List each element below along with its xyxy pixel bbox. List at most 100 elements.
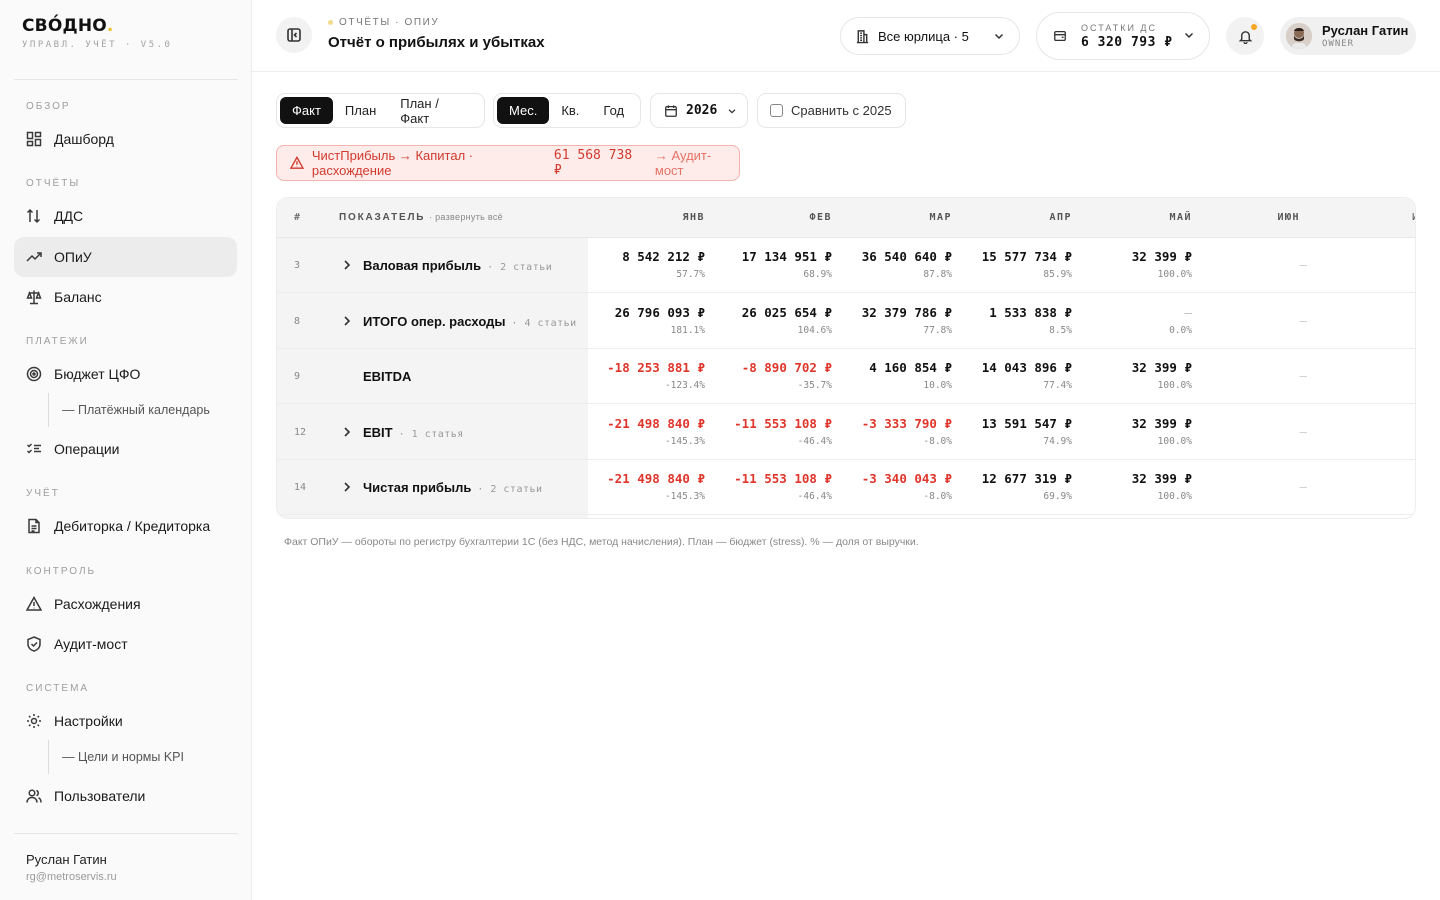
mode-plan-button[interactable]: План (333, 97, 388, 124)
row-indicator-name: EBIT · 1 статья (363, 425, 464, 440)
sidebar-user[interactable]: Руслан Гатин rg@metroservis.ru (26, 852, 117, 883)
breadcrumb-dot (328, 20, 333, 25)
footnote: Факт ОПиУ — обороты по регистру бухгалте… (284, 536, 919, 548)
cell-percent: 181.1% (670, 324, 705, 336)
expand-row-button[interactable] (341, 480, 353, 494)
cell-value: 17 134 951 ₽ (741, 249, 832, 264)
section-payments: ПЛАТЕЖИ (26, 336, 89, 347)
cell-percent: 68.9% (803, 269, 832, 280)
mode-fact-button[interactable]: Факт (280, 97, 333, 124)
checkbox-box[interactable] (770, 104, 783, 117)
cell-value: -8 890 702 ₽ (741, 360, 832, 375)
sidebar-subitem-kpi[interactable]: — Цели и нормы KPI (48, 740, 184, 774)
table-cell: 8 542 212 ₽ 57.7% (565, 249, 705, 280)
table-row[interactable]: 3 Валовая прибыль · 2 статьи 8 542 212 ₽ 5… (277, 238, 1415, 293)
sidebar-item-opiu[interactable]: ОПиУ (14, 237, 237, 277)
table-cell: — (1167, 249, 1307, 272)
breadcrumb: ОТЧЁТЫ · ОПИУ (328, 17, 439, 28)
sidebar-item-discrepancies[interactable]: Расхождения (14, 584, 237, 624)
table-cell: 17 134 951 ₽ 68.9% (692, 249, 832, 280)
compare-checkbox[interactable]: Сравнить с 2025 (757, 93, 906, 128)
brand-logo[interactable]: СВО́ДНО. УПРАВЛ. УЧЁТ · V5.0 (22, 16, 172, 50)
row-number: 14 (294, 482, 307, 493)
audit-bridge-link[interactable]: → Аудит-мост (655, 148, 739, 178)
expand-row-button[interactable] (341, 425, 353, 439)
cell-percent: 85.9% (1043, 269, 1072, 280)
row-indicator-label: EBITDA (363, 369, 412, 384)
cell-value: 1 533 838 ₽ (989, 304, 1072, 320)
sidebar-item-operations[interactable]: Операции (14, 429, 237, 469)
user-menu[interactable]: Руслан Гатин OWNER (1280, 17, 1416, 55)
section-control: КОНТРОЛЬ (26, 566, 97, 577)
cash-balance-select[interactable]: ОСТАТКИ ДС 6 320 793 ₽ (1036, 12, 1210, 60)
notifications-button[interactable] (1226, 17, 1264, 55)
sidebar-toggle-icon (287, 28, 301, 42)
expand-all-link[interactable]: · развернуть всё (429, 212, 503, 222)
sidebar-divider (14, 833, 238, 834)
cell-percent: -145.3% (664, 435, 705, 447)
table-cell: -21 498 840 ₽ -145.3% (565, 471, 705, 502)
row-indicator-label: EBIT (363, 424, 393, 440)
cell-value: -11 553 108 ₽ (734, 471, 832, 486)
period-year-button[interactable]: Год (591, 97, 636, 124)
brand-subtitle: УПРАВЛ. УЧЁТ · V5.0 (22, 40, 173, 50)
cell-percent: 77.8% (923, 324, 952, 336)
column-header-month: И (1412, 212, 1415, 223)
table-cell: 26 796 093 ₽ 181.1% (565, 305, 705, 336)
cash-balance-label: ОСТАТКИ ДС (1081, 22, 1158, 33)
wallet-icon (1054, 30, 1066, 42)
page-title: Отчёт о прибылях и убытках (328, 34, 545, 51)
sidebar-item-label: Пользователи (54, 788, 146, 804)
table-cell: — (1167, 360, 1307, 383)
table-cell: 13 591 547 ₽ 74.9% (932, 416, 1072, 447)
sidebar-item-label: Настройки (54, 713, 123, 729)
sidebar-item-dds[interactable]: ДДС (14, 196, 237, 236)
cell-percent: 77.4% (1043, 380, 1072, 391)
sidebar-user-email: rg@metroservis.ru (26, 871, 117, 883)
chevron-down-icon (1184, 32, 1194, 39)
sidebar-item-audit-bridge[interactable]: Аудит-мост (14, 624, 237, 664)
period-month-button[interactable]: Мес. (497, 97, 550, 124)
cell-percent: -145.3% (664, 491, 705, 502)
table-cell: -8 890 702 ₽ -35.7% (692, 360, 832, 391)
shield-check-icon (26, 636, 42, 652)
expand-row-button[interactable] (341, 258, 353, 272)
period-quarter-button[interactable]: Кв. (549, 97, 591, 124)
table-cell: -21 498 840 ₽ -145.3% (565, 416, 705, 447)
sidebar-item-settings[interactable]: Настройки (14, 701, 237, 741)
cell-percent: -35.7% (797, 380, 832, 391)
gear-icon (26, 713, 42, 729)
year-select[interactable]: 2026 (650, 93, 748, 128)
sidebar-item-users[interactable]: Пользователи (14, 776, 237, 816)
cell-percent: 10.0% (923, 380, 952, 391)
sidebar-item-label: Расхождения (54, 596, 141, 612)
sidebar-item-budget[interactable]: Бюджет ЦФО (14, 354, 237, 394)
arrows-updown-icon (26, 208, 42, 224)
table-header: # ПОКАЗАТЕЛЬ · развернуть всё ЯНВ ФЕВ МА… (277, 198, 1415, 238)
avatar (1286, 23, 1312, 49)
warning-icon (26, 596, 42, 612)
scales-icon (26, 289, 42, 305)
sidebar-item-balance[interactable]: Баланс (14, 277, 237, 317)
chevron-down-icon (994, 33, 1004, 40)
sidebar-item-label: Бюджет ЦФО (54, 366, 141, 382)
pnl-table: # ПОКАЗАТЕЛЬ · развернуть всё ЯНВ ФЕВ МА… (276, 197, 1416, 519)
sidebar-subitem-payment-calendar[interactable]: — Платёжный календарь (48, 393, 210, 427)
cell-value: 14 043 896 ₽ (981, 360, 1072, 375)
table-row[interactable]: 12 EBIT · 1 статья -21 498 840 ₽ -145.3% -… (277, 405, 1415, 460)
entities-select[interactable]: Все юрлица · 5 (840, 17, 1020, 55)
expand-row-button[interactable] (341, 314, 353, 328)
table-cell: 14 043 896 ₽ 77.4% (932, 360, 1072, 391)
cell-value: 12 677 319 ₽ (981, 471, 1072, 486)
chevron-right-icon (344, 315, 351, 326)
sidebar-item-receivables[interactable]: Дебиторка / Кредиторка (14, 506, 237, 546)
table-row[interactable]: 14 Чистая прибыль · 2 статьи -21 498 840 ₽… (277, 460, 1415, 515)
sidebar-item-label: Аудит-мост (54, 636, 128, 652)
sidebar-toggle-button[interactable] (276, 17, 312, 53)
brand-dot: . (106, 16, 114, 36)
sidebar-item-dashboard[interactable]: Дашборд (14, 119, 237, 159)
column-header-month: ЯНВ (682, 212, 705, 223)
mode-plan-fact-button[interactable]: План / Факт (388, 96, 481, 126)
table-cell: 32 379 786 ₽ 77.8% (812, 305, 952, 336)
table-row[interactable]: 8 ИТОГО опер. расходы · 4 статьи 26 796 09… (277, 294, 1415, 349)
